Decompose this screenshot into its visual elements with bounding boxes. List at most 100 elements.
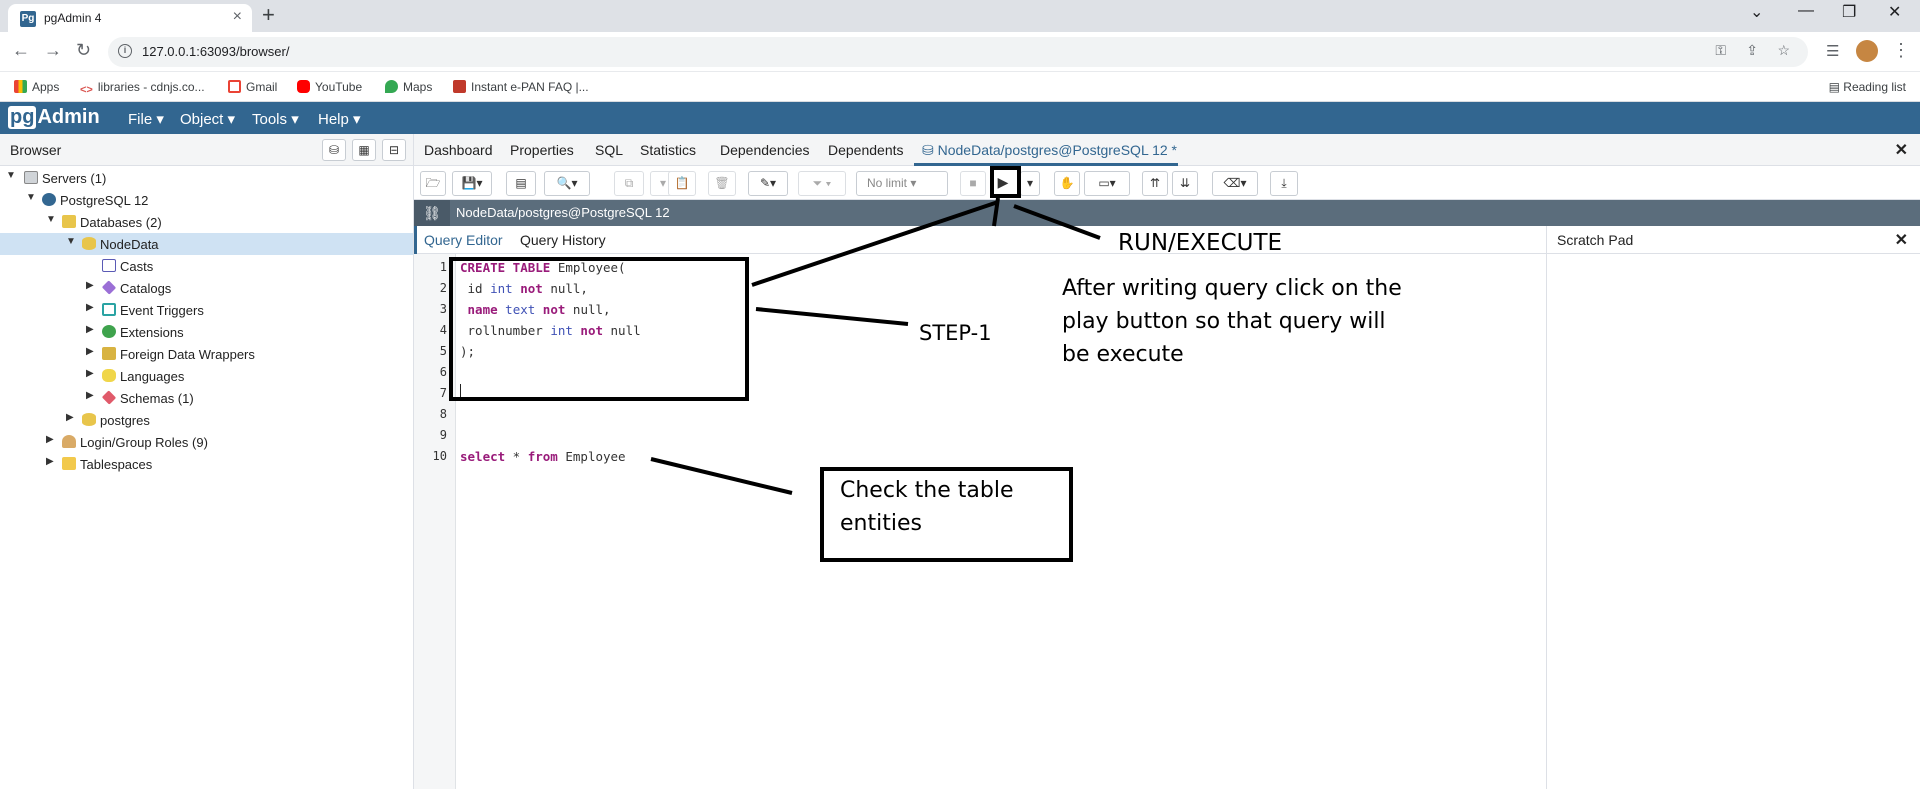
tree-item-schemas[interactable]: ▶ Schemas (1) xyxy=(0,387,413,409)
bookmark-maps[interactable]: Maps xyxy=(385,80,432,94)
line-number: 2 xyxy=(439,281,447,295)
connection-link-icon[interactable]: ⛓ xyxy=(414,200,450,226)
tree-item-fdw[interactable]: ▶ Foreign Data Wrappers xyxy=(0,343,413,365)
query-tool-icon[interactable]: ⛁ xyxy=(322,139,346,161)
close-panel-icon[interactable]: ✕ xyxy=(1895,140,1908,160)
close-window-button[interactable]: ✕ xyxy=(1888,2,1901,22)
chevron-right-icon[interactable]: ▶ xyxy=(86,324,94,335)
tab-statistics[interactable]: Statistics xyxy=(640,142,696,158)
menu-tools[interactable]: Tools ▾ xyxy=(252,110,299,128)
menu-kebab-icon[interactable]: ⋮ xyxy=(1892,40,1910,61)
tab-search-icon[interactable]: ⌄ xyxy=(1750,2,1763,22)
row-limit-select[interactable]: No limit ▾ xyxy=(856,171,948,196)
bookmark-star-icon[interactable]: ☆ xyxy=(1777,42,1790,59)
commit-button[interactable]: ⇈ xyxy=(1142,171,1168,196)
explain-analyze-button[interactable]: ▭▾ xyxy=(1084,171,1130,196)
pgadmin-logo[interactable]: pg Admin xyxy=(8,106,100,130)
tree-item-databases[interactable]: ▼ Databases (2) xyxy=(0,211,413,233)
clear-button[interactable]: ⌫▾ xyxy=(1212,171,1258,196)
filter-rows-icon[interactable]: ⊟ xyxy=(382,139,406,161)
tab-dashboard[interactable]: Dashboard xyxy=(424,142,493,158)
chevron-down-icon[interactable]: ▼ xyxy=(66,236,76,247)
tab-dependents[interactable]: Dependents xyxy=(828,142,904,158)
stop-button[interactable]: ■ xyxy=(960,171,986,196)
chevron-right-icon[interactable]: ▶ xyxy=(86,368,94,379)
chevron-down-icon[interactable]: ▼ xyxy=(6,170,16,181)
tree-item-event-triggers[interactable]: ▶ Event Triggers xyxy=(0,299,413,321)
filter-button[interactable]: ⏷ ▾ xyxy=(798,171,846,196)
chevron-right-icon[interactable]: ▶ xyxy=(86,346,94,357)
tree-item-catalogs[interactable]: ▶ Catalogs xyxy=(0,277,413,299)
download-button[interactable]: ⤓ xyxy=(1270,171,1298,196)
bookmark-cdnjs[interactable]: <> libraries - cdnjs.co... xyxy=(80,80,205,97)
tab-query-editor[interactable]: Query Editor xyxy=(424,232,503,248)
find-button[interactable]: 🔍▾ xyxy=(544,171,590,196)
chevron-right-icon[interactable]: ▶ xyxy=(46,456,54,467)
minimize-button[interactable]: — xyxy=(1798,2,1814,20)
browser-panel-header: Browser ⛁ ▦ ⊟ xyxy=(0,134,413,166)
reading-list[interactable]: ▤ Reading list xyxy=(1829,80,1906,94)
chevron-right-icon[interactable]: ▶ xyxy=(86,302,94,313)
tab-properties[interactable]: Properties xyxy=(510,142,574,158)
tab-query-tool[interactable]: ⛁ NodeData/postgres@PostgreSQL 12 * xyxy=(922,142,1177,159)
bookmark-gmail[interactable]: Gmail xyxy=(228,80,277,94)
postgres-server-icon xyxy=(42,193,56,206)
apps-grid-icon xyxy=(14,80,27,93)
view-data-icon[interactable]: ▦ xyxy=(352,139,376,161)
edit-button[interactable]: ✎▾ xyxy=(748,171,788,196)
paste-button[interactable]: 📋 xyxy=(668,171,696,196)
chevron-down-icon[interactable]: ▼ xyxy=(26,192,36,203)
execute-dropdown-button[interactable]: ▾ xyxy=(1020,171,1040,196)
tab-close-icon[interactable]: × xyxy=(233,8,242,26)
tree-item-tablespaces[interactable]: ▶ Tablespaces xyxy=(0,453,413,475)
chevron-right-icon[interactable]: ▶ xyxy=(86,390,94,401)
avatar[interactable] xyxy=(1856,40,1878,62)
connection-label: NodeData/postgres@PostgreSQL 12 xyxy=(456,205,670,220)
forward-icon[interactable]: → xyxy=(44,40,62,61)
copy-button[interactable]: ⧉ xyxy=(614,171,644,196)
media-icon[interactable]: ☰ xyxy=(1826,42,1839,60)
open-file-button[interactable]: 🗁 xyxy=(420,171,446,196)
tree-item-servers[interactable]: ▼ Servers (1) xyxy=(0,167,413,189)
tree-item-casts[interactable]: Casts xyxy=(0,255,413,277)
delete-button[interactable]: 🗑 xyxy=(708,171,736,196)
bookmark-apps[interactable]: Apps xyxy=(14,80,59,94)
chevron-down-icon[interactable]: ▼ xyxy=(46,214,56,225)
line-number: 9 xyxy=(439,428,447,442)
restore-button[interactable]: ❐ xyxy=(1842,2,1856,22)
tab-sql[interactable]: SQL xyxy=(595,142,623,158)
tree-item-languages[interactable]: ▶ Languages xyxy=(0,365,413,387)
explain-button[interactable]: ✋ xyxy=(1054,171,1080,196)
query-tab-indicator xyxy=(414,226,417,254)
code-icon: <> xyxy=(80,84,93,97)
omnibox[interactable]: i 127.0.0.1:63093/browser/ ⚿ ⇪ ☆ xyxy=(108,37,1808,67)
url-text[interactable]: 127.0.0.1:63093/browser/ xyxy=(142,44,289,59)
tree-item-roles[interactable]: ▶ Login/Group Roles (9) xyxy=(0,431,413,453)
tree-item-nodedata[interactable]: ▼ NodeData xyxy=(0,233,413,255)
share-icon[interactable]: ⇪ xyxy=(1746,42,1758,59)
menu-file[interactable]: File ▾ xyxy=(128,110,164,128)
bookmark-epan[interactable]: Instant e-PAN FAQ |... xyxy=(453,80,589,94)
edit-options-button[interactable]: ▤ xyxy=(506,171,536,196)
tree-item-postgresql12[interactable]: ▼ PostgreSQL 12 xyxy=(0,189,413,211)
reload-icon[interactable]: ↻ xyxy=(76,40,91,61)
tab-query-history[interactable]: Query History xyxy=(520,232,606,248)
chevron-right-icon[interactable]: ▶ xyxy=(46,434,54,445)
tree-item-extensions[interactable]: ▶ Extensions xyxy=(0,321,413,343)
bookmark-youtube[interactable]: YouTube xyxy=(297,80,362,94)
chevron-right-icon[interactable]: ▶ xyxy=(86,280,94,291)
scratch-close-icon[interactable]: ✕ xyxy=(1895,230,1908,250)
menu-object[interactable]: Object ▾ xyxy=(180,110,235,128)
chevron-right-icon[interactable]: ▶ xyxy=(66,412,74,423)
rollback-button[interactable]: ⇊ xyxy=(1172,171,1198,196)
site-info-icon[interactable]: i xyxy=(118,44,132,58)
save-file-button[interactable]: 💾▾ xyxy=(452,171,492,196)
back-icon[interactable]: ← xyxy=(12,40,30,61)
browser-tab[interactable]: Pg pgAdmin 4 × xyxy=(8,4,252,32)
tree-item-postgres[interactable]: ▶ postgres xyxy=(0,409,413,431)
databases-icon xyxy=(62,215,76,228)
new-tab-button[interactable]: + xyxy=(262,2,275,28)
tab-dependencies[interactable]: Dependencies xyxy=(720,142,810,158)
menu-help[interactable]: Help ▾ xyxy=(318,110,361,128)
key-icon[interactable]: ⚿ xyxy=(1715,42,1726,59)
